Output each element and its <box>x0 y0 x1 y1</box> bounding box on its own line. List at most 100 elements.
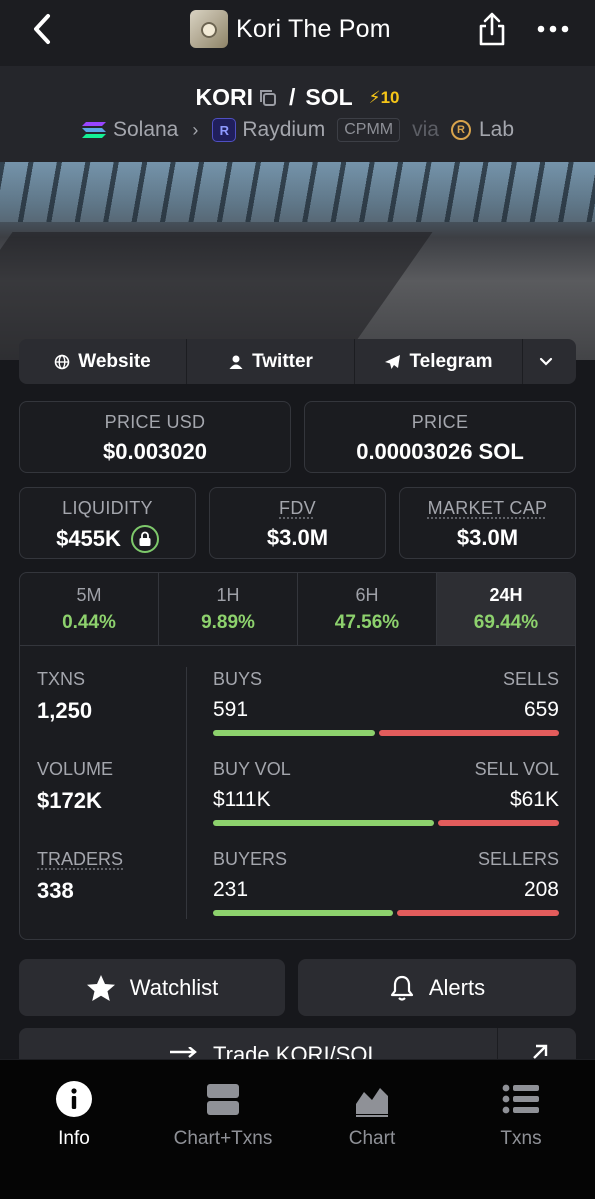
buys-value: 591 <box>213 698 249 721</box>
buy-vol-bar <box>213 820 434 826</box>
raydium-logo-icon: R <box>212 118 237 142</box>
base-symbol: KORI <box>195 84 253 110</box>
chevron-right-icon: › <box>192 119 199 140</box>
star-icon <box>86 974 115 1001</box>
twitter-label: Twitter <box>252 350 313 372</box>
watchlist-button[interactable]: Watchlist <box>19 959 285 1016</box>
sell-vol-value: $61K <box>509 788 559 811</box>
bell-icon <box>390 975 413 1001</box>
timeframe-6h[interactable]: 6H 47.56% <box>298 573 437 645</box>
tab-chart-txns[interactable]: Chart+Txns <box>153 1080 293 1150</box>
traders-label[interactable]: TRADERS <box>37 849 187 870</box>
market-cap-value: $3.0M <box>456 525 519 550</box>
paper-plane-icon <box>385 354 401 369</box>
sellers-bar <box>396 910 559 916</box>
sellers-label: SELLERS <box>477 849 559 869</box>
pair-breadcrumb: Solana › R Raydium CPMM via R Lab <box>0 118 595 142</box>
sell-vol-bar <box>437 820 559 826</box>
chart-icon <box>356 1088 388 1117</box>
price-change: 0.44% <box>62 612 116 633</box>
watchlist-label: Watchlist <box>129 974 219 1000</box>
chart-txns-icon <box>207 1084 239 1115</box>
timeframe-label: 1H <box>216 585 240 605</box>
tab-chart[interactable]: Chart <box>302 1080 442 1150</box>
website-label: Website <box>78 350 151 372</box>
buy-sell-breakdown: BUYS SELLS 591 659 BUY VOL SELL VOL $111K $6… <box>213 669 559 939</box>
more-options-icon[interactable] <box>537 25 569 33</box>
buys-label: BUYS <box>213 669 263 689</box>
buyers-value: 231 <box>213 878 249 901</box>
price-usd-value: $0.003020 <box>103 439 207 464</box>
market-cap-card: MARKET CAP $3.0M <box>399 487 576 559</box>
website-link[interactable]: Website <box>19 339 187 384</box>
globe-icon <box>54 354 70 369</box>
tab-label: Chart+Txns <box>173 1128 273 1149</box>
trading-stats-panel: 5M 0.44% 1H 9.89% 6H 47.56% 24H 69.44% T… <box>19 572 576 940</box>
buy-sell-volume-row: BUY VOL SELL VOL $111K $61K <box>213 759 559 849</box>
sells-label: SELLS <box>502 669 559 689</box>
copy-icon[interactable] <box>259 89 277 107</box>
tab-info[interactable]: Info <box>4 1080 144 1150</box>
solana-logo-icon <box>81 122 106 138</box>
liquidity-value: $455K <box>56 526 121 551</box>
top-bar: Kori The Pom <box>0 0 595 66</box>
divider <box>186 667 187 919</box>
liquidity-card: LIQUIDITY $455K <box>19 487 196 559</box>
volume-value: $172K <box>37 788 102 813</box>
tab-txns[interactable]: Txns <box>451 1080 591 1150</box>
sells-bar <box>378 730 559 736</box>
token-banner-image <box>0 162 595 360</box>
tab-label: Txns <box>500 1128 542 1149</box>
timeframe-1h[interactable]: 1H 9.89% <box>159 573 298 645</box>
fdv-label[interactable]: FDV <box>210 498 385 519</box>
bottom-tab-bar: Info Chart+Txns Chart Txns <box>0 1059 595 1199</box>
quote-symbol: SOL <box>305 84 353 110</box>
txns-value: 1,250 <box>37 698 93 723</box>
price-usd-label: PRICE USD <box>104 412 206 432</box>
telegram-link[interactable]: Telegram <box>355 339 523 384</box>
token-title: Kori The Pom <box>190 10 391 48</box>
buys-sells-row: BUYS SELLS 591 659 <box>213 669 559 759</box>
timeframe-24h[interactable]: 24H 69.44% <box>437 573 575 645</box>
buyers-sellers-row: BUYERS SELLERS 231 208 <box>213 849 559 939</box>
price-usd-card: PRICE USD $0.003020 <box>19 401 291 473</box>
price-native-label: PRICE <box>411 412 469 432</box>
txn-summary: TXNS 1,250 VOLUME $172K TRADERS 338 <box>37 669 187 939</box>
page-title: Kori The Pom <box>236 14 391 43</box>
liquidity-label: LIQUIDITY <box>62 498 153 518</box>
alerts-button[interactable]: Alerts <box>298 959 576 1016</box>
boost-badge[interactable]: ⚡10 <box>369 88 400 108</box>
twitter-link[interactable]: Twitter <box>187 339 355 384</box>
chain-name[interactable]: Solana <box>113 118 178 142</box>
timeframe-tabs: 5M 0.44% 1H 9.89% 6H 47.56% 24H 69.44% <box>20 573 575 646</box>
chevron-down-icon <box>539 357 552 366</box>
back-arrow-icon[interactable] <box>28 12 58 46</box>
user-icon <box>229 355 243 369</box>
sells-value: 659 <box>523 698 559 721</box>
buy-vol-label: BUY VOL <box>213 759 291 779</box>
info-icon <box>56 1081 92 1117</box>
fdv-value: $3.0M <box>266 525 329 550</box>
market-cap-label[interactable]: MARKET CAP <box>400 498 575 519</box>
buyers-label: BUYERS <box>213 849 288 869</box>
timeframe-label: 24H <box>489 585 523 605</box>
traders-value: 338 <box>37 878 74 903</box>
via-label: via <box>412 118 439 141</box>
lab-logo-icon: R <box>450 120 471 140</box>
share-icon[interactable] <box>476 10 508 48</box>
txns-label: TXNS <box>37 669 86 689</box>
buy-vol-value: $111K <box>213 788 271 811</box>
list-icon <box>502 1084 539 1114</box>
tab-label: Chart <box>348 1128 396 1149</box>
telegram-label: Telegram <box>409 350 493 372</box>
alerts-label: Alerts <box>428 974 486 1000</box>
dex-name[interactable]: Raydium <box>242 118 325 142</box>
pool-type-badge: CPMM <box>337 118 401 142</box>
launchpad-name[interactable]: Lab <box>479 118 514 142</box>
token-avatar <box>190 10 228 48</box>
lock-icon[interactable] <box>130 525 159 553</box>
more-links-dropdown[interactable] <box>523 339 576 384</box>
timeframe-5m[interactable]: 5M 0.44% <box>20 573 159 645</box>
price-native-value: 0.00003026 SOL <box>356 439 524 464</box>
social-links: Website Twitter Telegram <box>19 339 576 384</box>
